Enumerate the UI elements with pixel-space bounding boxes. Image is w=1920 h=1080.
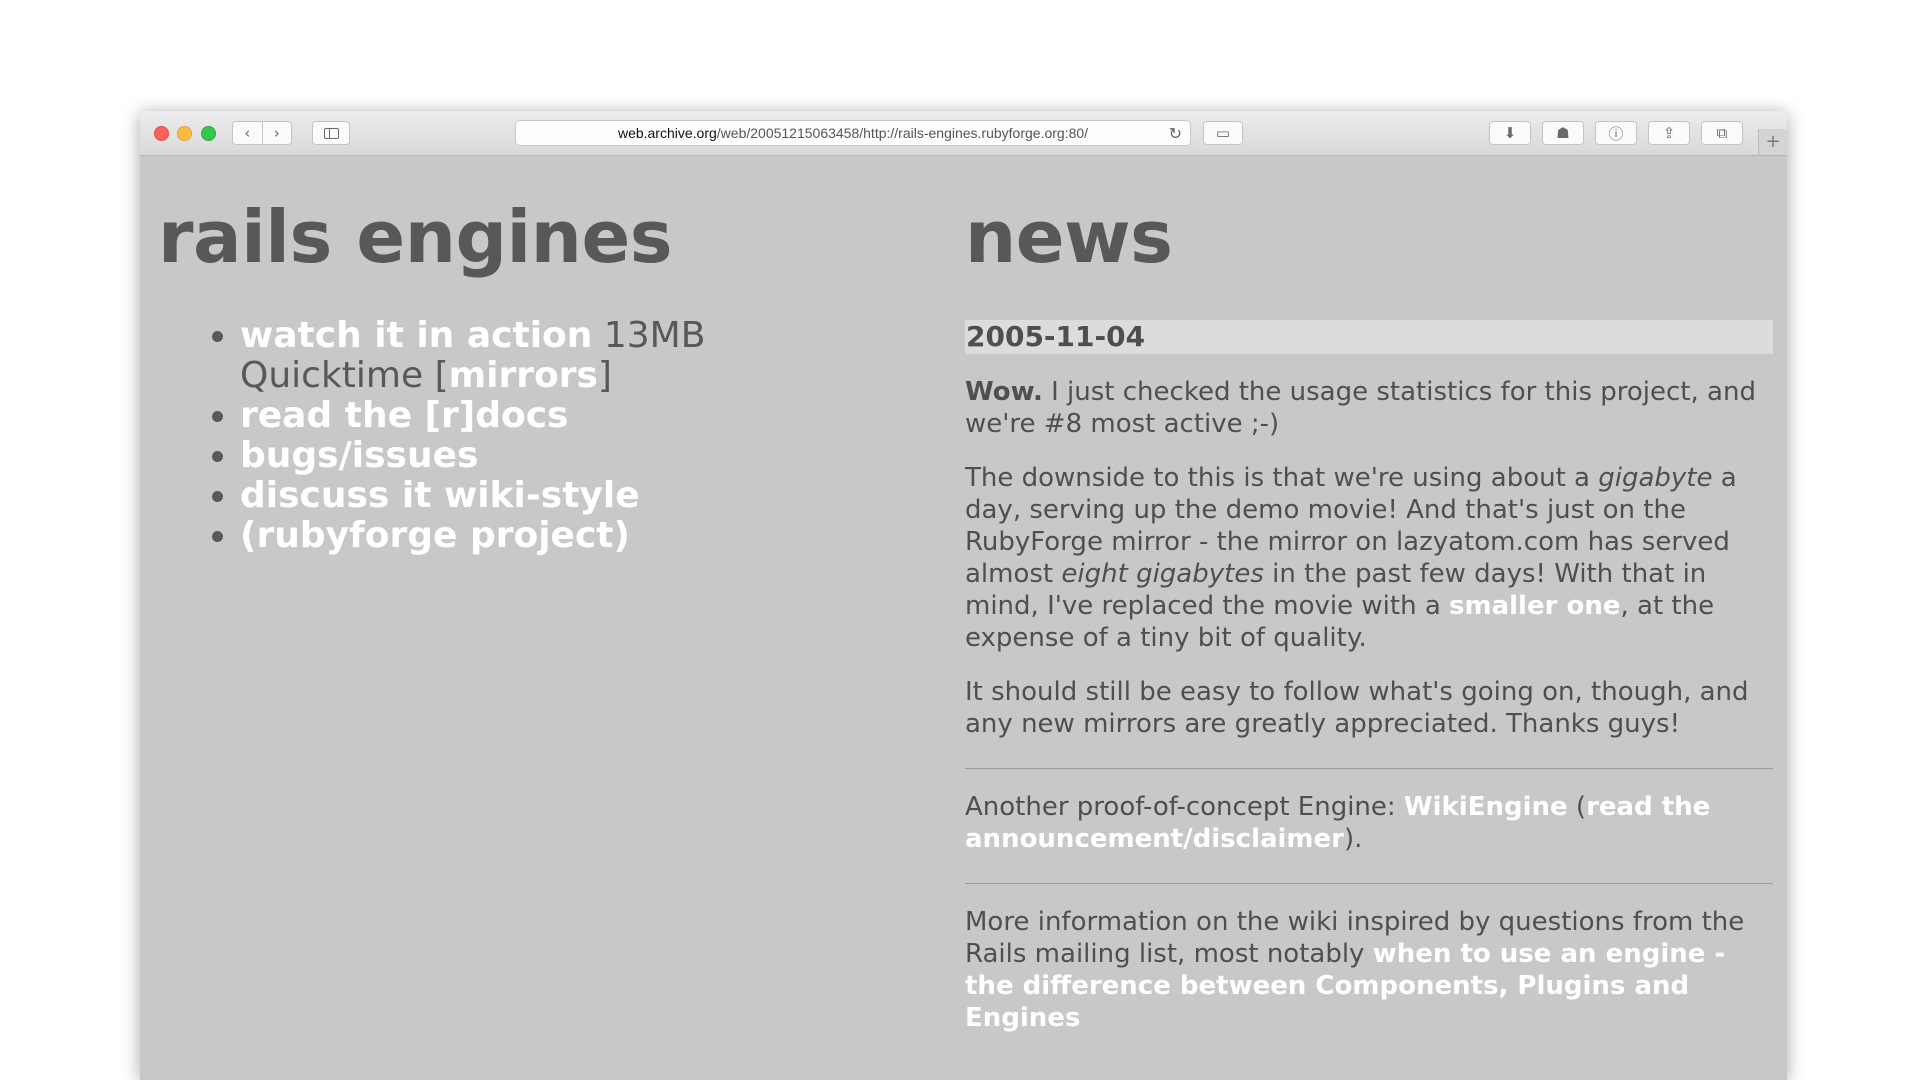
url-host: web.archive.org (617, 125, 717, 141)
rubyforge-project-link[interactable]: (rubyforge project) (240, 515, 630, 556)
list-item: discuss it wiki-style (240, 476, 858, 516)
address-bar[interactable]: web.archive.org/web/20051215063458/http:… (515, 120, 1191, 146)
watch-it-in-action-link[interactable]: watch it in action (240, 315, 592, 356)
divider (965, 883, 1773, 884)
back-icon[interactable]: ‹ (233, 122, 263, 144)
mirrors-link[interactable]: mirrors (449, 355, 598, 396)
navigation-buttons: ‹ › (232, 121, 292, 145)
maximize-window-button[interactable] (201, 126, 216, 141)
wikiengine-link[interactable]: WikiEngine (1404, 792, 1568, 822)
reader-icon: ▭ (1215, 124, 1231, 142)
news-column: news 2005-11-04 Wow. I just checked the … (965, 194, 1773, 1034)
news-title: news (965, 195, 1173, 279)
close-window-button[interactable] (154, 126, 169, 141)
url-path: /web/20051215063458/http://rails-engines… (716, 125, 1089, 141)
list-item: (rubyforge project) (240, 516, 858, 556)
ghostery-icon: ☗ (1556, 124, 1570, 142)
sidebar-icon (323, 127, 339, 139)
onepassword-icon: ⓘ (1608, 124, 1624, 143)
bracket-close: ] (597, 355, 612, 396)
left-column: rails engines watch it in action 13MB Qu… (158, 194, 858, 556)
list-item: bugs/issues (240, 436, 858, 476)
share-button[interactable]: ⇪ (1648, 121, 1690, 145)
share-icon: ⇪ (1662, 124, 1676, 142)
browser-toolbar: ‹ › web.archive.org/web/20051215063458/h… (140, 111, 1787, 156)
rdocs-link[interactable]: read the [r]docs (240, 395, 568, 436)
download-icon: ⬇ (1503, 124, 1517, 142)
paragraph-text: ( (1567, 792, 1587, 822)
list-item: read the [r]docs (240, 396, 858, 436)
paragraph-text: The downside to this is that we're using… (965, 463, 1599, 493)
paragraph-text: I just checked the usage statistics for … (965, 377, 1756, 439)
minimize-window-button[interactable] (177, 126, 192, 141)
new-tab-icon[interactable]: + (1758, 129, 1787, 155)
site-title: rails engines (158, 195, 673, 279)
paragraph-text: Another proof-of-concept Engine: (965, 792, 1404, 822)
paragraph-text: ). (1343, 824, 1363, 854)
wow-text: Wow. (965, 377, 1043, 407)
news-paragraph: Another proof-of-concept Engine: WikiEng… (965, 791, 1773, 855)
reload-icon[interactable]: ↻ (1169, 124, 1182, 144)
bugs-issues-link[interactable]: bugs/issues (240, 435, 478, 476)
wiki-link[interactable]: discuss it wiki-style (240, 475, 640, 516)
sidebar-toggle-button[interactable] (312, 121, 350, 145)
download-button[interactable]: ⬇ (1489, 121, 1531, 145)
forward-icon[interactable]: › (263, 122, 292, 144)
emphasis-text: gigabyte (1598, 463, 1713, 493)
bracket-open: [ (434, 355, 449, 396)
browser-window: ‹ › web.archive.org/web/20051215063458/h… (140, 111, 1787, 1080)
news-date: 2005-11-04 (965, 320, 1773, 354)
news-paragraph: The downside to this is that we're using… (965, 462, 1773, 654)
onepassword-button[interactable]: ⓘ (1595, 121, 1637, 145)
page-content: rails engines watch it in action 13MB Qu… (140, 156, 1787, 1080)
ghostery-button[interactable]: ☗ (1542, 121, 1584, 145)
news-paragraph: It should still be easy to follow what's… (965, 677, 1749, 739)
smaller-one-link[interactable]: smaller one (1449, 591, 1620, 621)
news-paragraph: Wow. I just checked the usage statistics… (965, 376, 1773, 440)
news-paragraph: More information on the wiki inspired by… (965, 906, 1773, 1034)
emphasis-text: eight gigabytes (1061, 559, 1264, 589)
list-item: watch it in action 13MB Quicktime [mirro… (240, 316, 858, 396)
tabs-icon: ⧉ (1716, 124, 1728, 142)
tabs-overview-button[interactable]: ⧉ (1701, 121, 1743, 145)
links-list: watch it in action 13MB Quicktime [mirro… (158, 316, 858, 556)
divider (965, 768, 1773, 769)
reader-button[interactable]: ▭ (1203, 121, 1243, 145)
